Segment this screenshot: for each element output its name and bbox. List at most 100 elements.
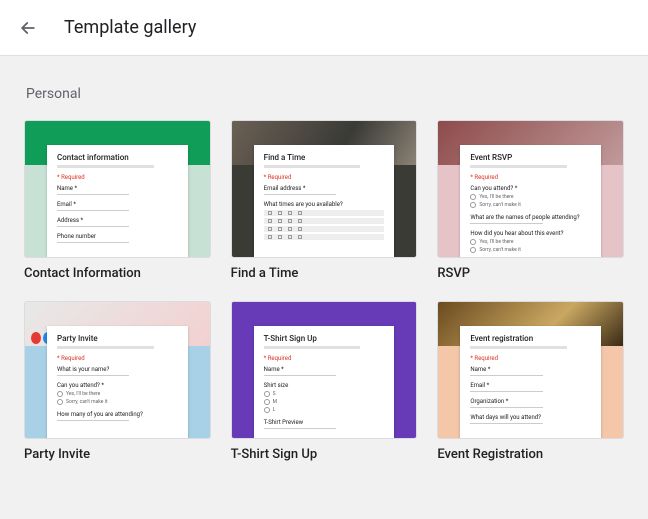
field-underline [470,423,542,424]
template-card[interactable]: Event registration * Required Name * Email … [437,301,624,462]
template-card[interactable]: T-Shirt Sign Up * Required Name * Shirt siz… [231,301,418,462]
field-label: Address * [57,217,178,224]
field-label: Shirt size [264,382,385,389]
template-card[interactable]: Find a Time * Required Email address * What… [231,120,418,281]
form-field: Address * [57,217,178,227]
form-description-placeholder [470,165,567,168]
form-field: Email * [57,201,178,211]
form-title: Contact information [57,153,178,162]
form-field: Can you attend? * Yes, I'll be there Sorr… [57,382,178,405]
template-thumbnail: Party Invite* RequiredWhat is your name?… [24,301,211,439]
field-underline [264,194,336,195]
form-field: Email address * [264,185,385,195]
form-description-placeholder [264,165,361,168]
form-field: Organization * [470,398,591,408]
field-label: What times are you available? [264,201,385,208]
template-thumbnail: Find a Time * Required Email address * What… [231,120,418,258]
field-label: How many of you are attending? [57,411,178,418]
radio-option: Yes, I'll be there [57,391,178,397]
field-label: Organization * [470,398,591,405]
required-label: * Required [264,355,385,362]
template-thumbnail: Contact information * Required Name * Email… [24,120,211,258]
template-grid: Contact information * Required Name * Email… [24,120,624,462]
page-title: Template gallery [64,17,196,38]
form-description-placeholder [264,346,361,349]
form-title: Find a Time [264,153,385,162]
radio-option: Yes, I'll be there [470,239,591,245]
field-underline [264,375,336,376]
thumbnail-form-preview: Event registration * Required Name * Email … [460,326,601,439]
form-field: Name * [57,185,178,195]
field-underline [57,210,129,211]
field-underline [57,226,129,227]
field-label: Name * [264,366,385,373]
header-bar: Template gallery [0,0,648,56]
field-underline [57,242,129,243]
form-field: How did you hear about this event? Yes, … [470,230,591,253]
template-label: Contact Information [24,266,211,281]
form-field: T-Shirt Preview [264,419,385,429]
radio-option: Yes, I'll be there [470,194,591,200]
template-thumbnail: Event RSVP * Required Can you attend? * Yes… [437,120,624,258]
form-field: Name * [470,366,591,376]
field-label: Name * [57,185,178,192]
field-underline [470,407,542,408]
thumbnail-form-preview: Event RSVP * Required Can you attend? * Yes… [460,145,601,258]
template-label: Party Invite [24,447,211,462]
field-label: Can you attend? * [57,382,178,389]
form-field: Email * [470,382,591,392]
field-label: What are the names of people attending? [470,214,591,221]
required-label: * Required [57,355,178,362]
form-field: What is your name? [57,366,178,376]
field-label: Name * [470,366,591,373]
template-thumbnail: T-Shirt Sign Up * Required Name * Shirt siz… [231,301,418,439]
form-description-placeholder [470,346,567,349]
radio-option: Sorry, can't make it [470,202,591,208]
radio-option: M [264,399,385,405]
checkbox-row [264,234,385,240]
form-field: Can you attend? * Yes, I'll be there Sorry… [470,185,591,208]
required-label: * Required [470,174,591,181]
form-title: Event RSVP [470,153,591,162]
form-field: How many of you are attending? [57,411,178,421]
back-button[interactable] [16,16,40,40]
form-description-placeholder [57,165,154,168]
field-label: Email * [470,382,591,389]
field-underline [470,391,542,392]
form-field: Shirt sizeSML [264,382,385,413]
form-title: T-Shirt Sign Up [264,334,385,343]
field-underline [470,375,542,376]
form-field: What days will you attend? [470,414,591,424]
thumbnail-form-preview: Contact information * Required Name * Email… [47,145,188,258]
field-label: What days will you attend? [470,414,591,421]
radio-option: Sorry, can't make it [470,247,591,253]
field-underline [57,420,129,421]
thumbnail-form-preview: T-Shirt Sign Up * Required Name * Shirt siz… [254,326,395,439]
template-thumbnail: Event registration * Required Name * Email … [437,301,624,439]
checkbox-row [264,226,385,232]
template-card[interactable]: Event RSVP * Required Can you attend? * Yes… [437,120,624,281]
template-label: Find a Time [231,266,418,281]
template-card[interactable]: Party Invite * Required What is your name?… [24,301,211,462]
field-underline [57,375,129,376]
field-label: Phone number [57,233,178,240]
form-field: Phone number [57,233,178,243]
section-label-personal: Personal [26,86,622,102]
required-label: * Required [470,355,591,362]
form-title: Event registration [470,334,591,343]
template-label: RSVP [437,266,624,281]
field-label: How did you hear about this event? [470,230,591,237]
field-label: Email address * [264,185,385,192]
required-label: * Required [57,174,178,181]
template-label: Event Registration [437,447,624,462]
form-description-placeholder [57,346,154,349]
thumbnail-form-preview: Party Invite* RequiredWhat is your name?… [47,326,188,439]
field-label: Can you attend? * [470,185,591,192]
template-card[interactable]: Contact information * Required Name * Email… [24,120,211,281]
checkbox-row [264,218,385,224]
required-label: * Required [264,174,385,181]
field-underline [470,223,542,224]
field-underline [57,194,129,195]
radio-option: Sorry, can't make it [57,399,178,405]
form-field: What times are you available? [264,201,385,240]
